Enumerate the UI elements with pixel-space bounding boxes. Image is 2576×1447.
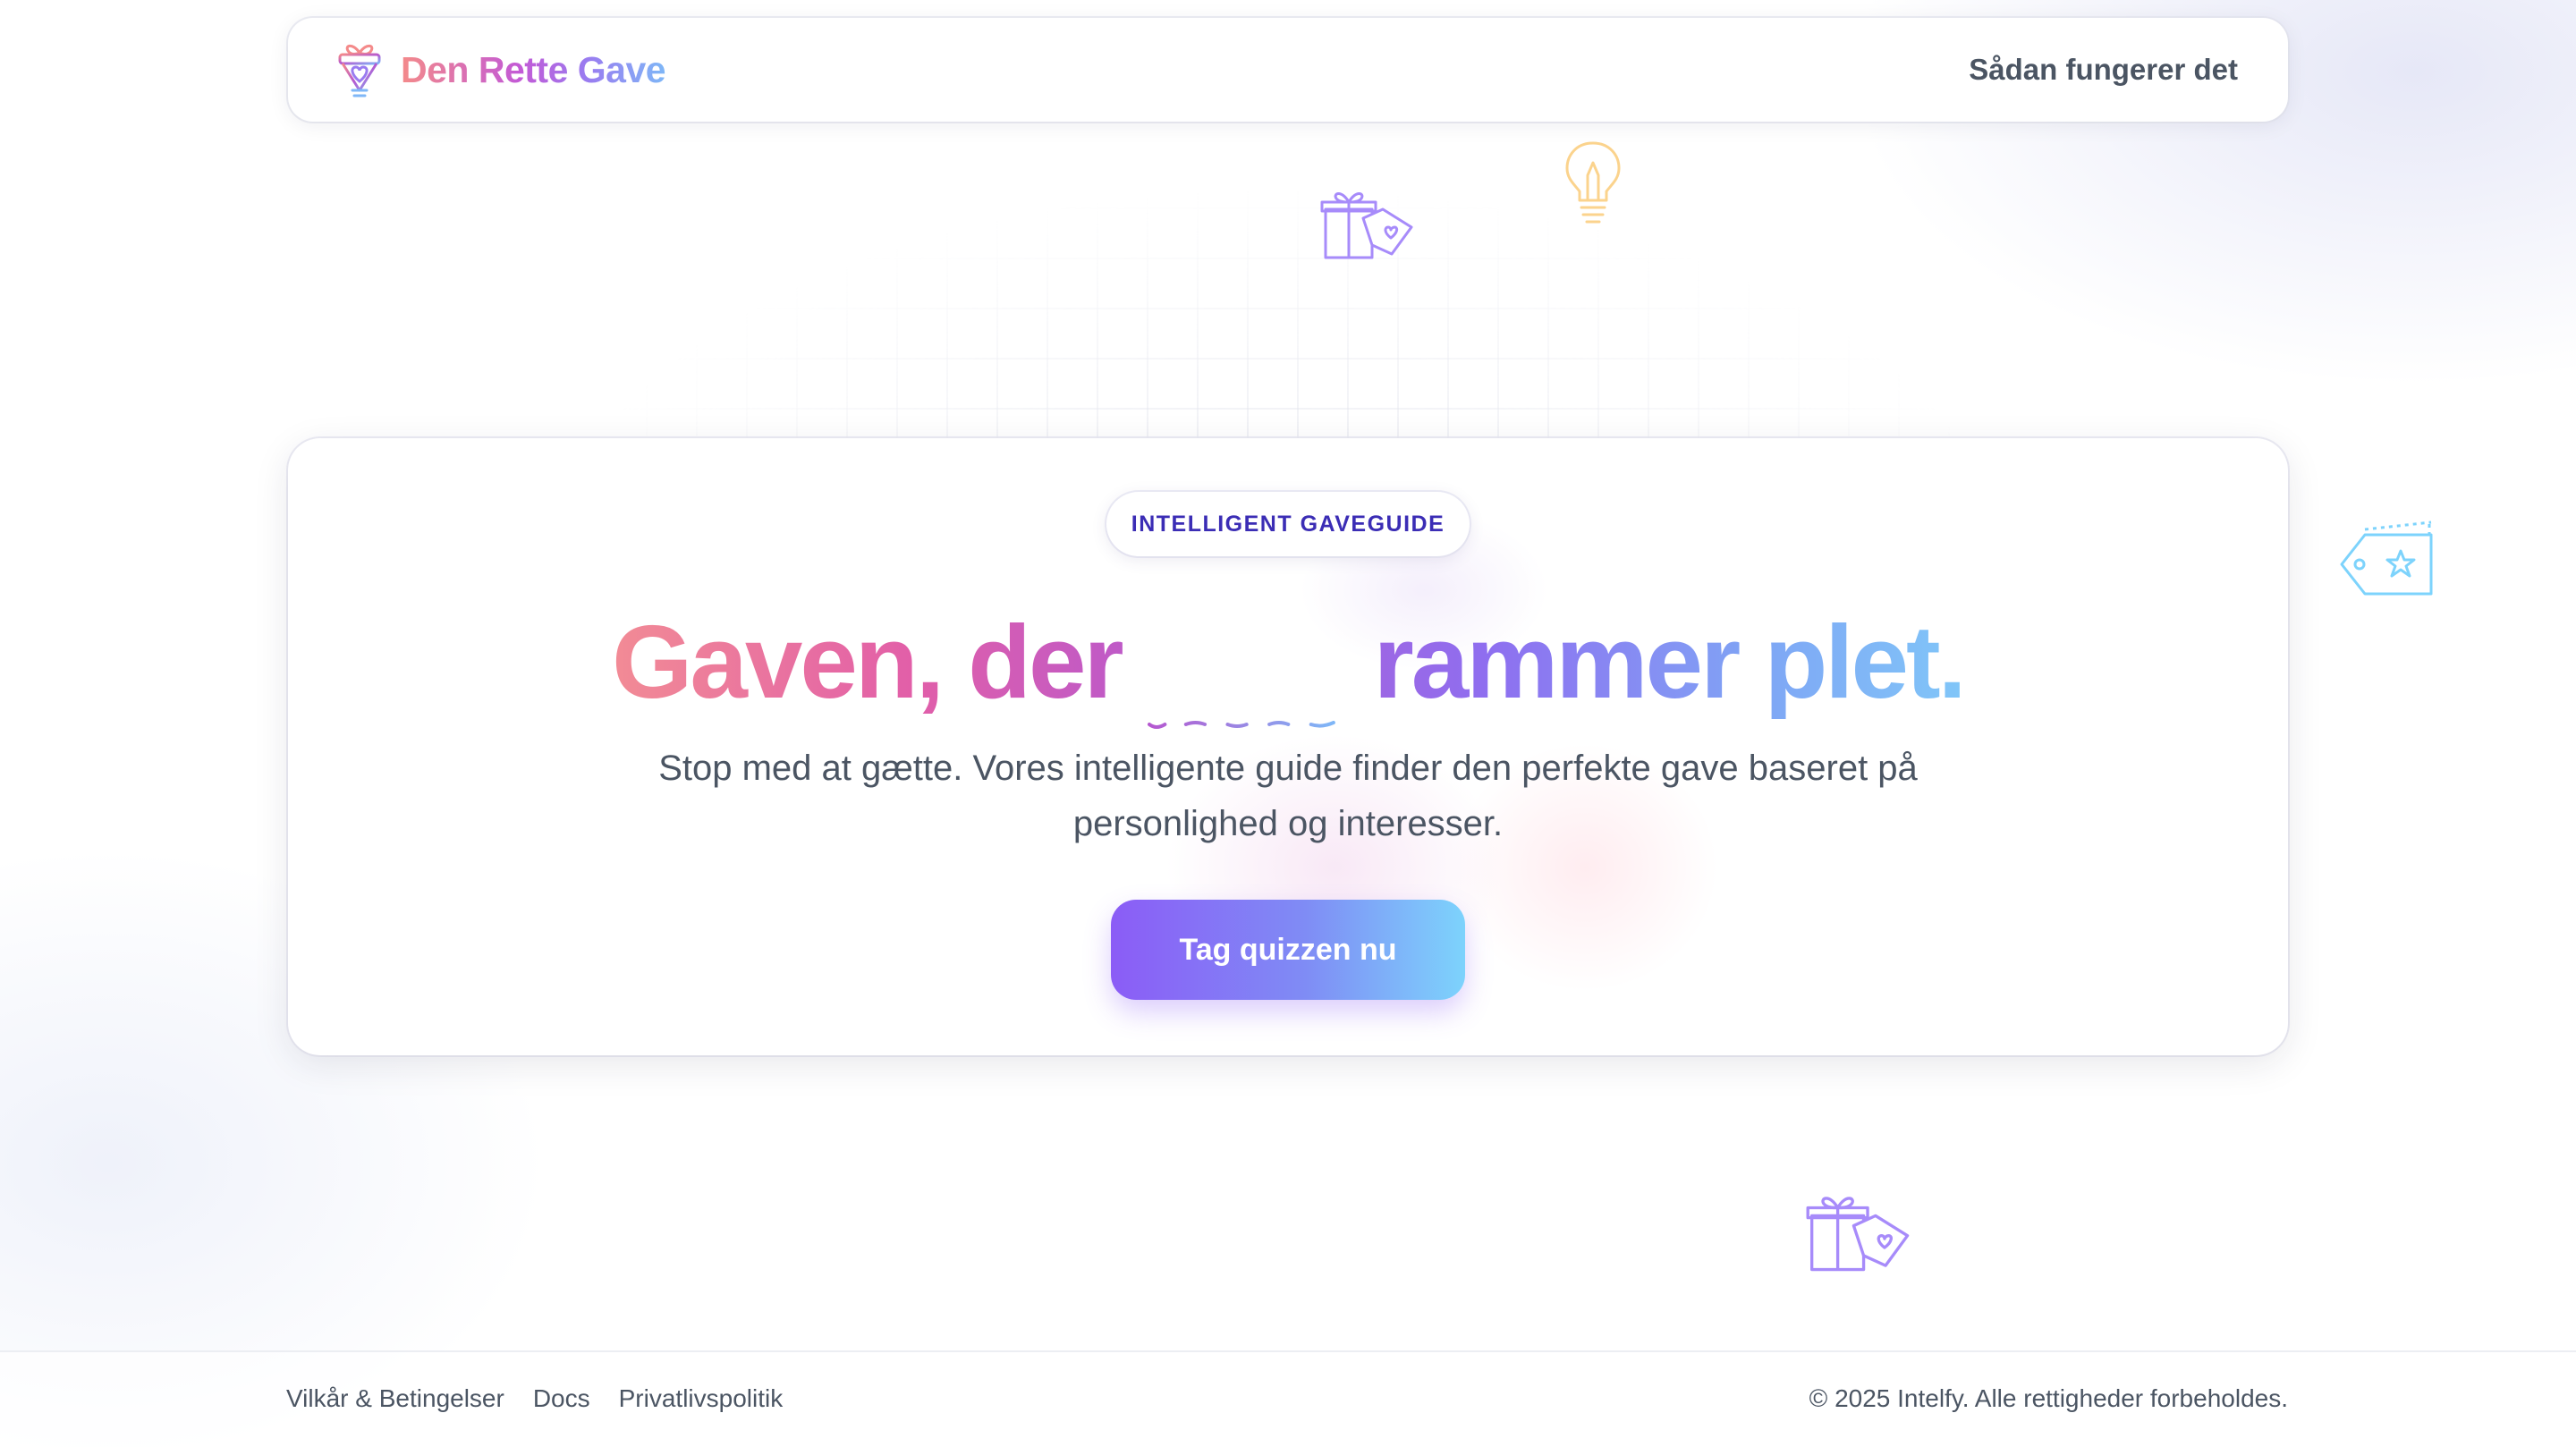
lightbulb-icon xyxy=(1565,141,1621,224)
headline-text-end: rammer plet. xyxy=(1347,604,1964,720)
nav-link-how-it-works[interactable]: Sådan fungerer det xyxy=(1969,53,2238,86)
price-tag-star-icon xyxy=(2340,520,2433,596)
footer-link-terms[interactable]: Vilkår & Betingelser xyxy=(286,1384,504,1413)
headline-emphasis-text: altid xyxy=(1147,604,1348,720)
squiggle-underline xyxy=(1147,721,1335,729)
hero-card: INTELLIGENT GAVEGUIDE Gaven, der altid r… xyxy=(288,438,2288,1055)
page: Den Rette Gave Sådan fungerer det INTELL… xyxy=(0,0,2576,1447)
main-nav: Sådan fungerer det xyxy=(1969,53,2238,87)
top-navbar: Den Rette Gave Sådan fungerer det xyxy=(288,18,2288,122)
hero-headline: Gaven, der altid rammer plet. xyxy=(612,604,1964,729)
headline-text-start: Gaven, der xyxy=(612,604,1148,720)
footer-link-docs[interactable]: Docs xyxy=(533,1384,590,1413)
brand-logo-link[interactable]: Den Rette Gave xyxy=(335,38,666,101)
hero-badge: INTELLIGENT GAVEGUIDE xyxy=(1106,492,1470,556)
footer: Vilkår & Betingelser Docs Privatlivspoli… xyxy=(0,1350,2576,1447)
copyright-text: © 2025 Intelfy. Alle rettigheder forbeho… xyxy=(1809,1384,2288,1412)
gift-tag-icon xyxy=(1320,192,1413,259)
brand-name: Den Rette Gave xyxy=(401,48,666,90)
footer-links: Vilkår & Betingelser Docs Privatlivspoli… xyxy=(286,1384,783,1413)
headline-emphasis: altid xyxy=(1147,604,1348,729)
gift-heart-icon xyxy=(338,44,381,97)
gift-tag-icon xyxy=(1806,1197,1910,1272)
take-quiz-button[interactable]: Tag quizzen nu xyxy=(1111,900,1465,1000)
footer-link-privacy[interactable]: Privatlivspolitik xyxy=(619,1384,784,1413)
hero-subtitle: Stop med at gætte. Vores intelligente gu… xyxy=(658,749,1918,843)
